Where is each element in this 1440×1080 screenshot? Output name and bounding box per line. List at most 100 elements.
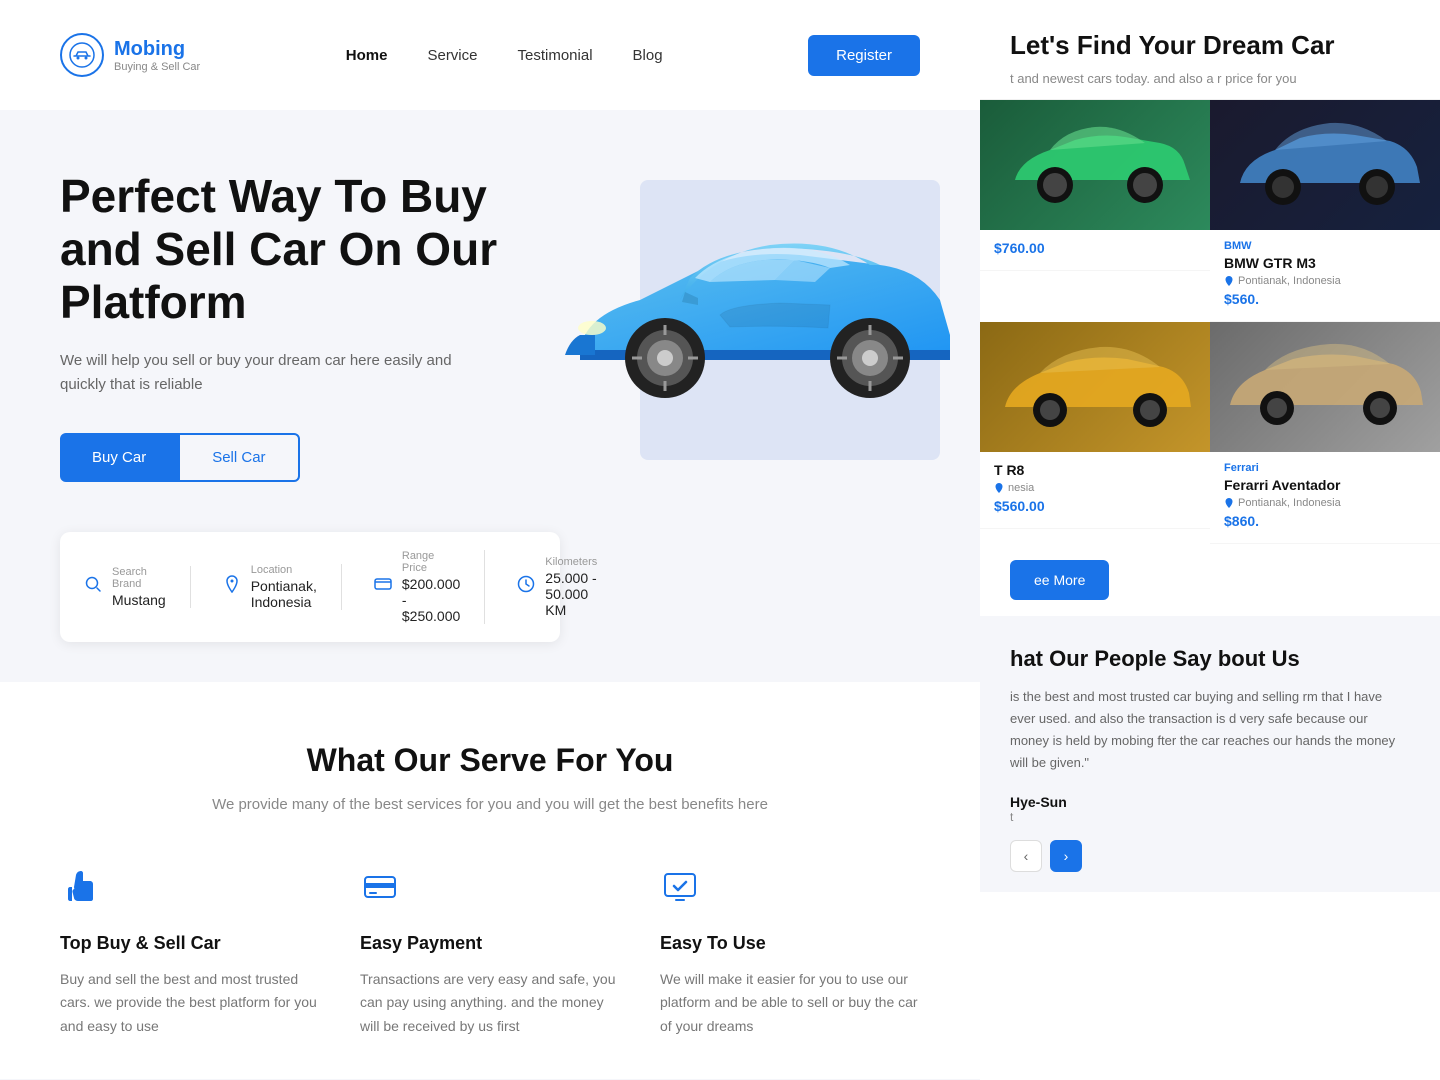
nav-home[interactable]: Home [346, 47, 388, 64]
car-image-4 [1210, 322, 1440, 452]
service-buy-sell-name: Top Buy & Sell Car [60, 933, 320, 954]
car-image [520, 160, 960, 460]
search-location-label: Location [251, 564, 317, 576]
car-3-location: nesia [1008, 482, 1034, 494]
car-card-3[interactable]: T R8 nesia $560.00 [980, 322, 1210, 544]
car-card-4[interactable]: Ferrari Ferarri Aventador Pontianak, Ind… [1210, 322, 1440, 544]
car-image-2 [1210, 100, 1440, 230]
car-2-brand: BMW [1224, 240, 1426, 252]
dream-car-desc: t and newest cars today. and also a r pr… [1010, 69, 1410, 89]
hero-section: Perfect Way To Buy and Sell Car On Our P… [0, 110, 980, 682]
logo: Mobing Buying & Sell Car [60, 33, 200, 77]
car-image-1 [980, 100, 1210, 230]
nav-service[interactable]: Service [427, 47, 477, 64]
search-km-field[interactable]: Kilometers 25.000 - 50.000 KM [517, 556, 621, 618]
service-card-buy-sell: Top Buy & Sell Car Buy and sell the best… [60, 867, 320, 1039]
location-pin-icon-3 [994, 483, 1004, 493]
testimonial-text: is the best and most trusted car buying … [1010, 686, 1410, 774]
search-km-value: 25.000 - 50.000 KM [545, 570, 597, 618]
car-card-1-info: $760.00 [980, 230, 1210, 271]
car-card-4-info: Ferrari Ferarri Aventador Pontianak, Ind… [1210, 452, 1440, 544]
testimonial-section: hat Our People Say bout Us is the best a… [980, 616, 1440, 892]
testimonial-role: t [1010, 810, 1410, 824]
service-buy-sell-desc: Buy and sell the best and most trusted c… [60, 968, 320, 1039]
hero-buttons: Buy Car Sell Car [60, 433, 560, 482]
logo-text: Mobing Buying & Sell Car [114, 38, 200, 73]
search-icon [84, 575, 102, 598]
search-km-label: Kilometers [545, 556, 597, 568]
service-easy-use-name: Easy To Use [660, 933, 920, 954]
search-price-label: Range Price [402, 550, 460, 574]
km-icon [517, 575, 535, 598]
dream-car-header: Let's Find Your Dream Car t and newest c… [980, 0, 1440, 100]
service-card-payment: Easy Payment Transactions are very easy … [360, 867, 620, 1039]
header: Mobing Buying & Sell Car Home Service Te… [0, 0, 980, 110]
services-description: We provide many of the best services for… [60, 793, 920, 817]
search-price-field[interactable]: Range Price $200.000 - $250.000 [374, 550, 485, 624]
search-location-field[interactable]: Location Pontianak, Indonesia [223, 564, 342, 610]
testimonial-title: hat Our People Say bout Us [1010, 646, 1410, 672]
hero-content: Perfect Way To Buy and Sell Car On Our P… [60, 170, 560, 642]
testimonial-author-block: Hye-Sun t [1010, 794, 1410, 824]
nav-blog[interactable]: Blog [633, 47, 663, 64]
service-card-easy-use: Easy To Use We will make it easier for y… [660, 867, 920, 1039]
testimonial-nav: ‹ › [1010, 840, 1410, 872]
dream-car-title: Let's Find Your Dream Car [1010, 30, 1410, 61]
car-1-price: $760.00 [994, 240, 1045, 256]
services-section: What Our Serve For You We provide many o… [0, 682, 980, 1079]
logo-name: Mobing [114, 38, 200, 61]
car-logo-icon [69, 42, 95, 68]
location-icon [223, 575, 241, 598]
location-pin-icon-4 [1224, 498, 1234, 508]
car-2-location-row: Pontianak, Indonesia [1224, 275, 1426, 287]
search-location-content: Location Pontianak, Indonesia [251, 564, 317, 610]
buy-car-button[interactable]: Buy Car [60, 433, 178, 482]
car-4-location: Pontianak, Indonesia [1238, 497, 1341, 509]
right-panel: Let's Find Your Dream Car t and newest c… [980, 0, 1440, 1080]
car-svg [520, 160, 960, 450]
price-icon [374, 575, 392, 598]
car-card-2-info: BMW BMW GTR M3 Pontianak, Indonesia $560… [1210, 230, 1440, 322]
car-card-1[interactable]: $760.00 [980, 100, 1210, 322]
logo-subtitle: Buying & Sell Car [114, 61, 200, 73]
car-2-model: BMW GTR M3 [1224, 255, 1426, 271]
hero-car-illustration [520, 140, 940, 460]
car-3-model: T R8 [994, 462, 1196, 478]
logo-icon [60, 33, 104, 77]
testimonial-author: Hye-Sun [1010, 794, 1410, 810]
car-4-brand: Ferrari [1224, 462, 1426, 474]
search-brand-content: Search Brand Mustang [112, 566, 166, 608]
car-grid: $760.00 [980, 100, 1440, 544]
service-cards-container: Top Buy & Sell Car Buy and sell the best… [60, 867, 920, 1039]
search-km-content: Kilometers 25.000 - 50.000 KM [545, 556, 597, 618]
car-2-location: Pontianak, Indonesia [1238, 275, 1341, 287]
service-easy-use-desc: We will make it easier for you to use ou… [660, 968, 920, 1039]
easy-use-icon [660, 867, 708, 915]
car-card-3-info: T R8 nesia $560.00 [980, 452, 1210, 529]
search-brand-field[interactable]: Search Brand Mustang [84, 566, 191, 608]
search-brand-label: Search Brand [112, 566, 166, 590]
service-payment-desc: Transactions are very easy and safe, you… [360, 968, 620, 1039]
register-button[interactable]: Register [808, 35, 920, 76]
search-brand-value: Mustang [112, 592, 166, 608]
see-more-button[interactable]: ee More [1010, 560, 1109, 600]
search-price-value: $200.000 - $250.000 [402, 576, 460, 624]
main-nav: Home Service Testimonial Blog [346, 47, 663, 64]
nav-testimonial[interactable]: Testimonial [518, 47, 593, 64]
thumbs-up-icon [60, 867, 108, 915]
car-card-2[interactable]: BMW BMW GTR M3 Pontianak, Indonesia $560… [1210, 100, 1440, 322]
location-pin-icon-2 [1224, 276, 1234, 286]
payment-icon [360, 867, 408, 915]
car-4-price: $860. [1224, 513, 1259, 529]
hero-description: We will help you sell or buy your dream … [60, 349, 480, 397]
testimonial-next-button[interactable]: › [1050, 840, 1082, 872]
search-bar: Search Brand Mustang Location Pontianak,… [60, 532, 560, 642]
search-price-content: Range Price $200.000 - $250.000 [402, 550, 460, 624]
services-title: What Our Serve For You [60, 742, 920, 779]
testimonial-prev-button[interactable]: ‹ [1010, 840, 1042, 872]
sell-car-button[interactable]: Sell Car [178, 433, 299, 482]
car-3-price: $560.00 [994, 498, 1045, 514]
service-payment-name: Easy Payment [360, 933, 620, 954]
car-image-3 [980, 322, 1210, 452]
car-4-location-row: Pontianak, Indonesia [1224, 497, 1426, 509]
